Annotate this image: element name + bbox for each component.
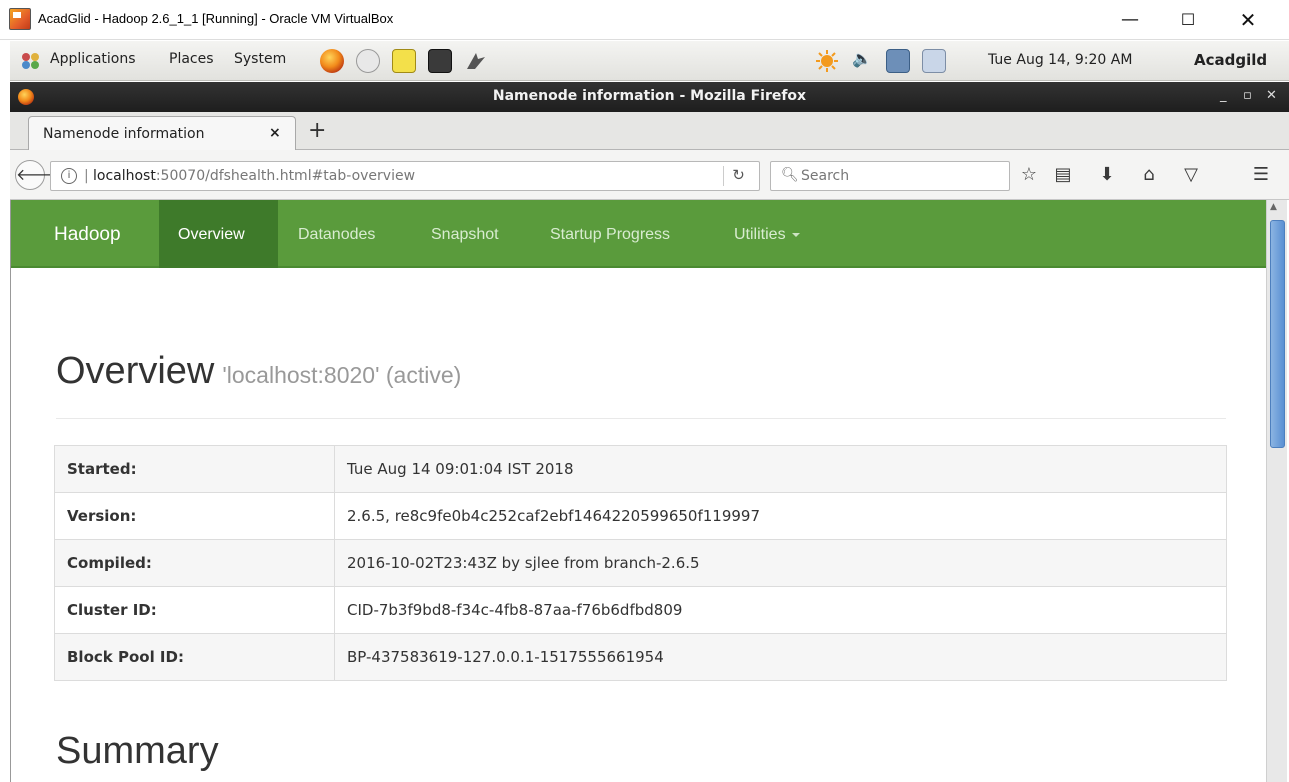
reading-list-icon[interactable]: ▤ <box>1050 163 1076 187</box>
search-placeholder: Search <box>801 168 850 184</box>
update-notifier-icon[interactable] <box>815 49 839 73</box>
url-text[interactable]: localhost:50070/dfshealth.html#tab-overv… <box>93 168 415 184</box>
nav-utilities-dropdown[interactable]: Utilities <box>734 226 800 244</box>
hadoop-navbar: Hadoop Overview Datanodes Snapshot Start… <box>11 200 1266 268</box>
table-row: Version: 2.6.5, re8c9fe0b4c252caf2ebf146… <box>54 492 1227 540</box>
url-bar[interactable]: i | localhost:50070/dfshealth.html#tab-o… <box>50 161 760 191</box>
nav-overview[interactable]: Overview <box>178 226 245 244</box>
bookmark-star-icon[interactable]: ☆ <box>1016 163 1042 187</box>
hadoop-brand[interactable]: Hadoop <box>54 224 121 246</box>
nav-startup-progress[interactable]: Startup Progress <box>550 226 670 244</box>
reload-icon[interactable]: ↻ <box>723 166 753 186</box>
firefox-minimize-button[interactable]: _ <box>1220 88 1227 103</box>
email-launcher-icon[interactable] <box>356 49 380 73</box>
nav-snapshot[interactable]: Snapshot <box>431 226 499 244</box>
summary-heading: Summary <box>56 730 219 772</box>
row-value: 2.6.5, re8c9fe0b4c252caf2ebf146422059965… <box>334 492 1227 540</box>
firefox-close-button[interactable]: ✕ <box>1266 88 1277 103</box>
row-value: BP-437583619-127.0.0.1-1517555661954 <box>334 633 1227 681</box>
places-menu[interactable]: Places <box>169 51 214 67</box>
overview-title: Overview <box>56 350 215 392</box>
gnome-top-panel: Applications Places System 🔈 Tue Aug 14,… <box>10 41 1289 81</box>
panel-clock[interactable]: Tue Aug 14, 9:20 AM <box>988 52 1132 68</box>
applications-menu-icon <box>22 53 39 69</box>
new-tab-button[interactable]: + <box>308 118 326 143</box>
row-key: Block Pool ID: <box>54 633 335 681</box>
scroll-up-icon[interactable]: ▲ <box>1270 202 1277 212</box>
network-icon[interactable] <box>886 49 910 73</box>
close-button[interactable]: ✕ <box>1228 6 1268 34</box>
firefox-window-title: Namenode information - Mozilla Firefox <box>492 88 807 104</box>
search-bar[interactable]: 🔍︎ Search <box>770 161 1010 191</box>
nav-utilities-label: Utilities <box>734 226 786 243</box>
menu-icon[interactable]: ☰ <box>1248 163 1274 187</box>
back-button[interactable]: 🡐 <box>15 160 59 190</box>
row-key: Compiled: <box>54 539 335 587</box>
table-row: Block Pool ID: BP-437583619-127.0.0.1-15… <box>54 633 1227 681</box>
table-row: Started: Tue Aug 14 09:01:04 IST 2018 <box>54 445 1227 493</box>
firefox-launcher-icon[interactable] <box>320 49 344 73</box>
clipboard-icon[interactable] <box>922 49 946 73</box>
screenshot-launcher-icon[interactable] <box>464 49 488 73</box>
row-value: Tue Aug 14 09:01:04 IST 2018 <box>334 445 1227 493</box>
navigation-toolbar: 🡐 i | localhost:50070/dfshealth.html#tab… <box>10 150 1289 200</box>
url-separator: | <box>84 168 89 184</box>
overview-info-table: Started: Tue Aug 14 09:01:04 IST 2018 Ve… <box>54 445 1227 681</box>
overview-subtitle: 'localhost:8020' (active) <box>222 362 462 388</box>
url-path: :50070/dfshealth.html#tab-overview <box>155 168 416 184</box>
maximize-button[interactable]: ☐ <box>1168 6 1208 34</box>
nav-datanodes[interactable]: Datanodes <box>298 226 375 244</box>
nav-overview-active[interactable]: Overview <box>159 200 278 268</box>
minimize-button[interactable]: — <box>1110 6 1150 34</box>
row-key: Cluster ID: <box>54 586 335 634</box>
panel-user-name[interactable]: Acadgild <box>1194 51 1267 69</box>
overview-heading: Overview 'localhost:8020' (active) <box>56 350 461 393</box>
heading-divider <box>56 418 1226 419</box>
url-host: localhost <box>93 168 156 184</box>
tab-title: Namenode information <box>43 126 205 142</box>
text-editor-launcher-icon[interactable] <box>392 49 416 73</box>
firefox-maximize-button[interactable]: ▫ <box>1243 88 1252 103</box>
tab-strip: Namenode information × + <box>10 112 1289 151</box>
applications-menu[interactable]: Applications <box>50 51 136 67</box>
search-icon: 🔍︎ <box>781 167 799 183</box>
terminal-launcher-icon[interactable] <box>428 49 452 73</box>
tab-close-icon[interactable]: × <box>269 125 281 141</box>
firefox-titlebar: Namenode information - Mozilla Firefox _… <box>10 82 1289 112</box>
downloads-icon[interactable]: ⬇ <box>1094 163 1120 187</box>
pocket-icon[interactable]: ▽ <box>1178 163 1204 187</box>
volume-icon[interactable]: 🔈 <box>850 49 874 73</box>
virtualbox-titlebar: AcadGlid - Hadoop 2.6_1_1 [Running] - Or… <box>0 0 1289 40</box>
page-scrollbar[interactable]: ▲ <box>1266 200 1287 782</box>
page-viewport: Hadoop Overview Datanodes Snapshot Start… <box>10 200 1266 782</box>
chevron-down-icon <box>791 232 800 237</box>
row-value: CID-7b3f9bd8-f34c-4fb8-87aa-f76b6dfbd809 <box>334 586 1227 634</box>
scrollbar-thumb[interactable] <box>1270 220 1285 448</box>
table-row: Compiled: 2016-10-02T23:43Z by sjlee fro… <box>54 539 1227 587</box>
virtualbox-window-title: AcadGlid - Hadoop 2.6_1_1 [Running] - Or… <box>38 11 394 26</box>
tab-namenode-information[interactable]: Namenode information × <box>28 116 296 151</box>
system-menu[interactable]: System <box>234 51 286 67</box>
site-info-icon[interactable]: i <box>61 168 77 184</box>
home-icon[interactable]: ⌂ <box>1136 163 1162 187</box>
row-value: 2016-10-02T23:43Z by sjlee from branch-2… <box>334 539 1227 587</box>
virtualbox-app-icon <box>9 8 31 30</box>
row-key: Started: <box>54 445 335 493</box>
row-key: Version: <box>54 492 335 540</box>
table-row: Cluster ID: CID-7b3f9bd8-f34c-4fb8-87aa-… <box>54 586 1227 634</box>
